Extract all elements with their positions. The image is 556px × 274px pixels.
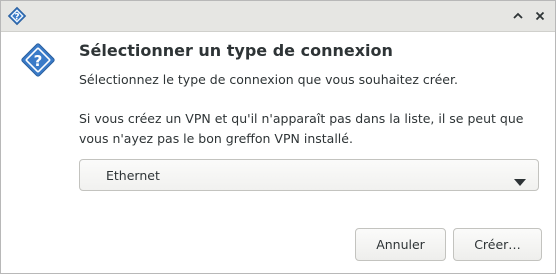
connection-type-select[interactable]: Ethernet [79,159,539,191]
svg-text:?: ? [14,13,19,23]
svg-text:?: ? [34,52,43,70]
titlebar[interactable]: ? [1,1,555,32]
minimize-button[interactable] [509,7,527,25]
dialog-window: ? ? Sélectionner un type de connexion Sé… [0,0,556,274]
chevron-up-icon [512,10,524,22]
dialog-subtitle: Sélectionnez le type de connexion que vo… [79,72,458,87]
connection-type-value: Ethernet [106,168,160,183]
vpn-plugin-note: Si vous créez un VPN et qu'il n'apparaît… [79,111,524,146]
create-button[interactable]: Créer… [453,228,542,261]
dialog-title: Sélectionner un type de connexion [79,41,393,60]
dropdown-arrow-icon [514,172,526,191]
close-button[interactable] [531,7,549,25]
close-icon [534,10,546,22]
question-diamond-icon: ? [7,6,27,26]
cancel-button[interactable]: Annuler [355,228,446,261]
question-diamond-icon: ? [19,41,57,79]
